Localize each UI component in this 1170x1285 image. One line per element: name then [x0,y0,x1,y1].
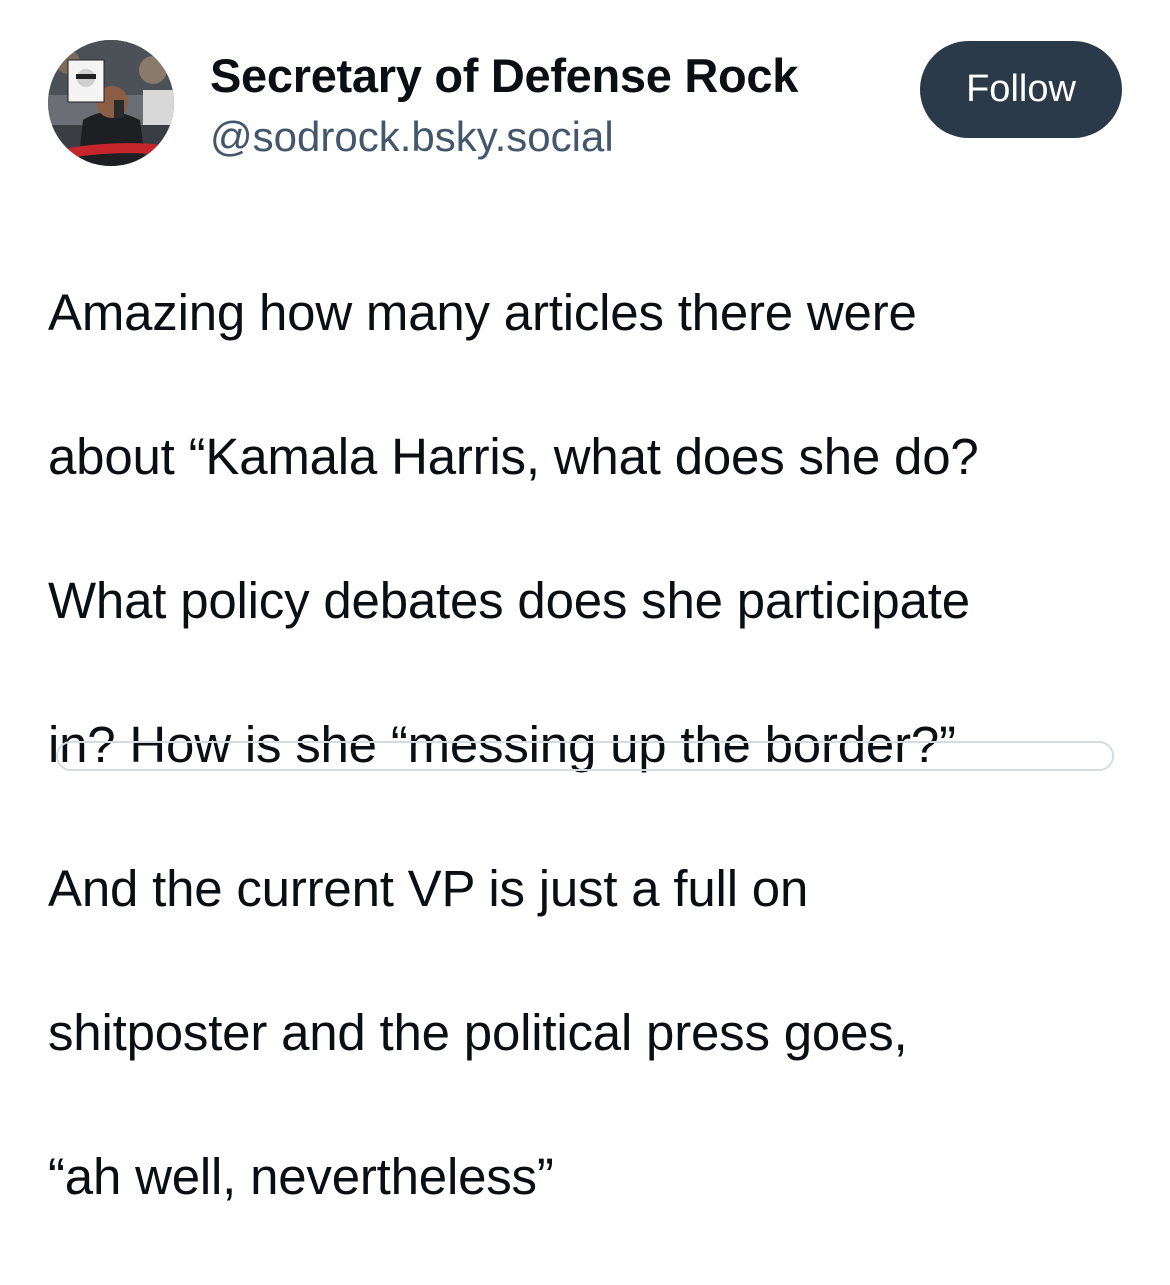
author-display-name[interactable]: Secretary of Defense Rock [210,48,890,104]
avatar[interactable] [48,40,174,166]
follow-button[interactable]: Follow [920,41,1122,138]
post-text-line: What policy debates does she participate [48,572,970,629]
post-text-line: Amazing how many articles there were [48,284,917,341]
embedded-card-edge[interactable] [56,741,1114,771]
post-text-line: “ah well, nevertheless” [48,1148,554,1205]
post-text-line: about “Kamala Harris, what does she do? [48,428,979,485]
post-text-line: And the current VP is just a full on [48,860,809,917]
author-handle[interactable]: @sodrock.bsky.social [210,110,890,164]
post-card: Secretary of Defense Rock @sodrock.bsky.… [0,0,1170,1205]
post-text-line: shitposter and the political press goes, [48,1004,908,1061]
author-block: Secretary of Defense Rock @sodrock.bsky.… [210,48,890,164]
profile-photo-icon [48,40,174,166]
